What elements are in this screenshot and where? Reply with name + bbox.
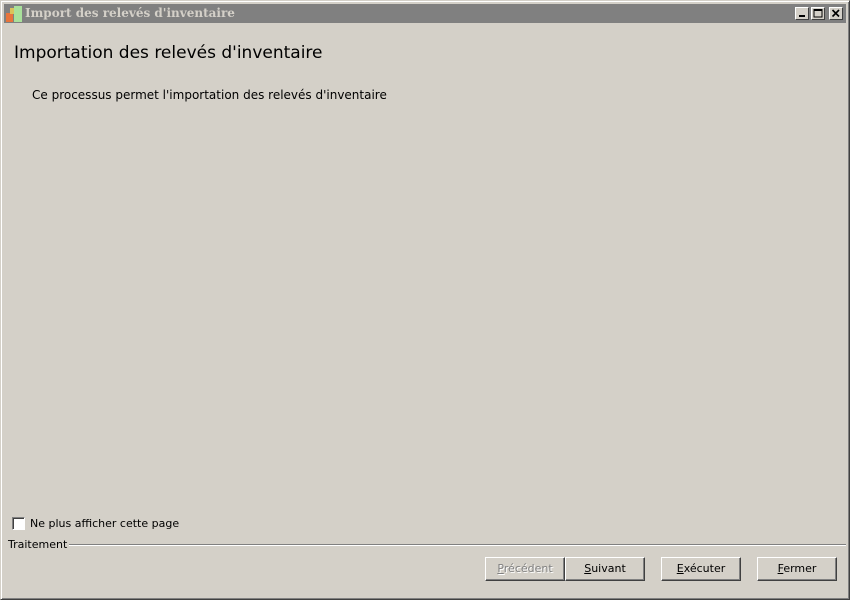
maximize-button[interactable] <box>811 7 825 20</box>
execute-label: xécuter <box>683 562 726 575</box>
next-button[interactable]: Suivant <box>565 557 645 581</box>
wizard-window: Import des relevés d'inventaire Importat… <box>0 0 850 600</box>
minimize-icon <box>799 15 805 17</box>
group-label: Traitement <box>8 538 70 551</box>
dont-show-checkbox[interactable] <box>12 517 25 530</box>
title-bar[interactable]: Import des relevés d'inventaire <box>4 4 846 23</box>
execute-mnemonic: E <box>676 562 684 575</box>
previous-button[interactable]: Précédent <box>485 557 565 581</box>
close-label: ermer <box>783 562 817 575</box>
dont-show-label[interactable]: Ne plus afficher cette page <box>30 517 179 531</box>
group-separator <box>61 544 846 546</box>
close-button[interactable]: Fermer <box>757 557 837 581</box>
close-icon <box>831 9 840 18</box>
maximize-icon <box>813 9 823 18</box>
window-title: Import des relevés d'inventaire <box>25 6 235 20</box>
minimize-button[interactable] <box>795 7 809 20</box>
page-title: Importation des relevés d'inventaire <box>14 43 323 63</box>
close-window-button[interactable] <box>829 7 843 20</box>
execute-button[interactable]: Exécuter <box>661 557 741 581</box>
previous-label: récédent <box>503 562 553 575</box>
app-icon <box>6 6 22 22</box>
next-label: uivant <box>591 562 626 575</box>
page-description: Ce processus permet l'importation des re… <box>32 88 387 102</box>
